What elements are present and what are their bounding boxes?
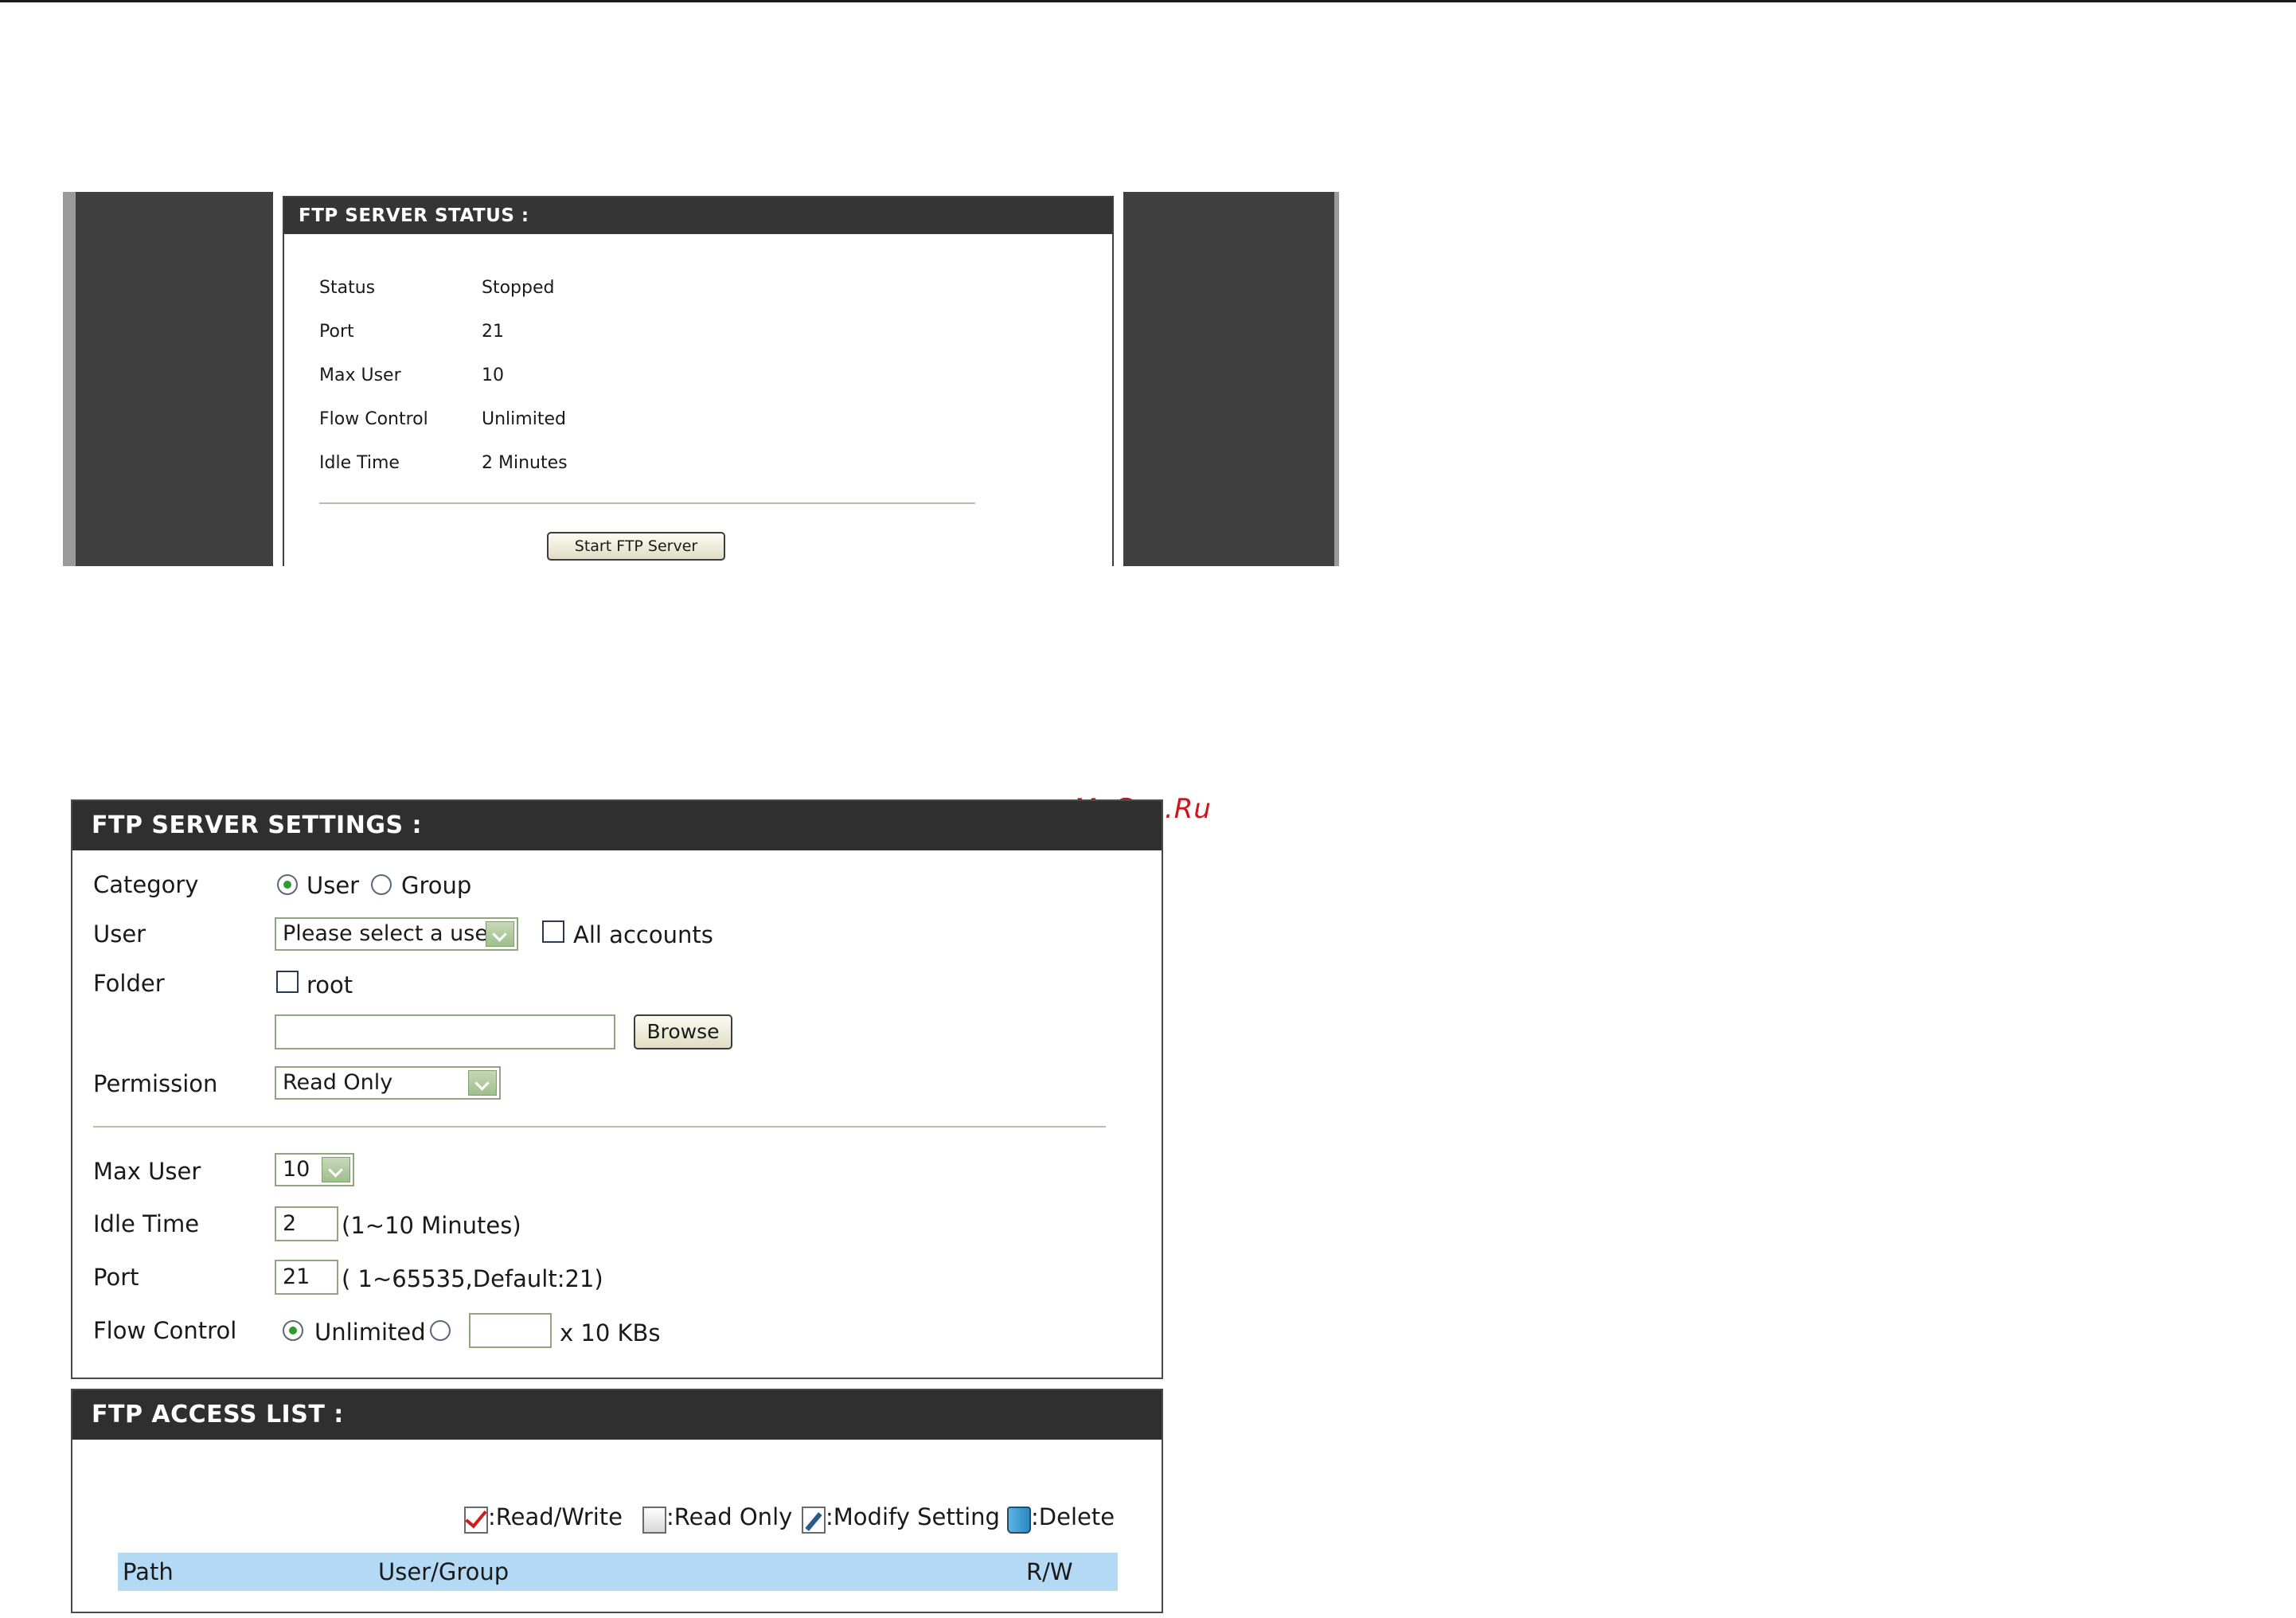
- permission-select-value: Read Only: [283, 1070, 393, 1095]
- read-write-icon: [464, 1507, 488, 1534]
- left-edge: [63, 192, 76, 566]
- ftp-access-list-title: FTP ACCESS LIST :: [72, 1390, 1162, 1440]
- port-label: Port: [93, 1264, 139, 1291]
- category-user-radio[interactable]: [277, 874, 298, 895]
- divider: [319, 502, 975, 504]
- flow-unlimited-radio[interactable]: [283, 1320, 303, 1341]
- legend-delete: :Delete: [1031, 1503, 1115, 1530]
- folder-label: Folder: [93, 970, 165, 997]
- right-sidebar: [1123, 192, 1334, 566]
- root-checkbox[interactable]: [276, 971, 299, 993]
- right-edge: [1334, 192, 1339, 566]
- flow-custom-radio[interactable]: [430, 1320, 451, 1341]
- idle-time-value: 2 Minutes: [482, 453, 568, 473]
- flow-control-label: Flow Control: [93, 1317, 237, 1344]
- root-label: root: [307, 971, 353, 999]
- left-sidebar: [76, 192, 273, 566]
- ftp-settings-title: FTP SERVER SETTINGS :: [72, 801, 1162, 850]
- max-user-label: Max User: [319, 365, 401, 385]
- legend-read-only: :Read Only: [666, 1503, 793, 1530]
- all-accounts-checkbox[interactable]: [542, 920, 564, 943]
- legend-modify-setting: :Modify Setting: [826, 1503, 1000, 1530]
- status-label: Status: [319, 278, 376, 298]
- ftp-access-list-panel: FTP ACCESS LIST : :Read/Write :Read Only…: [71, 1389, 1163, 1613]
- column-path: Path: [123, 1558, 174, 1585]
- ftp-status-panel: FTP SERVER STATUS : Status Stopped Port …: [283, 196, 1114, 566]
- flow-unit-label: x 10 KBs: [560, 1319, 661, 1346]
- max-user-select[interactable]: 10: [275, 1153, 354, 1186]
- modify-setting-icon: [802, 1507, 826, 1534]
- permission-select[interactable]: Read Only: [275, 1066, 501, 1100]
- category-group-label: Group: [401, 872, 472, 899]
- column-user-group: User/Group: [378, 1558, 510, 1585]
- idle-time-label: Idle Time: [319, 453, 400, 473]
- ftp-status-screenshot: FTP SERVER STATUS : Status Stopped Port …: [63, 192, 1339, 566]
- all-accounts-label: All accounts: [573, 921, 713, 948]
- max-user-label: Max User: [93, 1158, 201, 1185]
- port-input[interactable]: 21: [275, 1260, 338, 1295]
- flow-control-label: Flow Control: [319, 409, 428, 429]
- delete-icon: [1007, 1507, 1031, 1534]
- permission-label: Permission: [93, 1070, 218, 1097]
- category-group-radio[interactable]: [371, 874, 392, 895]
- port-value: 21: [482, 322, 504, 342]
- flow-unlimited-label: Unlimited: [314, 1319, 426, 1346]
- chevron-down-icon: [468, 1070, 497, 1096]
- port-label: Port: [319, 322, 354, 342]
- max-user-value: 10: [482, 365, 504, 385]
- category-user-label: User: [307, 872, 360, 899]
- idle-time-label: Idle Time: [93, 1210, 200, 1237]
- status-value: Stopped: [482, 278, 555, 298]
- start-ftp-server-button[interactable]: Start FTP Server: [547, 532, 725, 561]
- ftp-settings-panel: FTP SERVER SETTINGS : Category User Grou…: [71, 799, 1163, 1379]
- category-label: Category: [93, 871, 199, 898]
- flow-control-value: Unlimited: [482, 409, 566, 429]
- folder-path-input[interactable]: [275, 1014, 615, 1049]
- max-user-select-value: 10: [283, 1157, 310, 1182]
- chevron-down-icon: [322, 1157, 350, 1182]
- chevron-down-icon: [486, 921, 514, 947]
- browse-button[interactable]: Browse: [634, 1014, 732, 1049]
- port-hint: ( 1~65535,Default:21): [342, 1265, 603, 1292]
- user-label: User: [93, 920, 146, 948]
- top-rule: [0, 0, 2296, 2]
- idle-time-input[interactable]: 2: [275, 1206, 338, 1241]
- user-select-value: Please select a user: [283, 921, 498, 946]
- user-select[interactable]: Please select a user: [275, 917, 518, 951]
- idle-time-hint: (1~10 Minutes): [342, 1212, 521, 1239]
- legend-read-write: :Read/Write: [488, 1503, 623, 1530]
- divider: [93, 1126, 1106, 1128]
- column-rw: R/W: [1026, 1558, 1073, 1585]
- flow-custom-input[interactable]: [469, 1313, 552, 1348]
- ftp-status-title: FTP SERVER STATUS :: [284, 197, 1112, 234]
- read-only-icon: [642, 1507, 666, 1534]
- access-table-header: Path User/Group R/W: [118, 1553, 1118, 1591]
